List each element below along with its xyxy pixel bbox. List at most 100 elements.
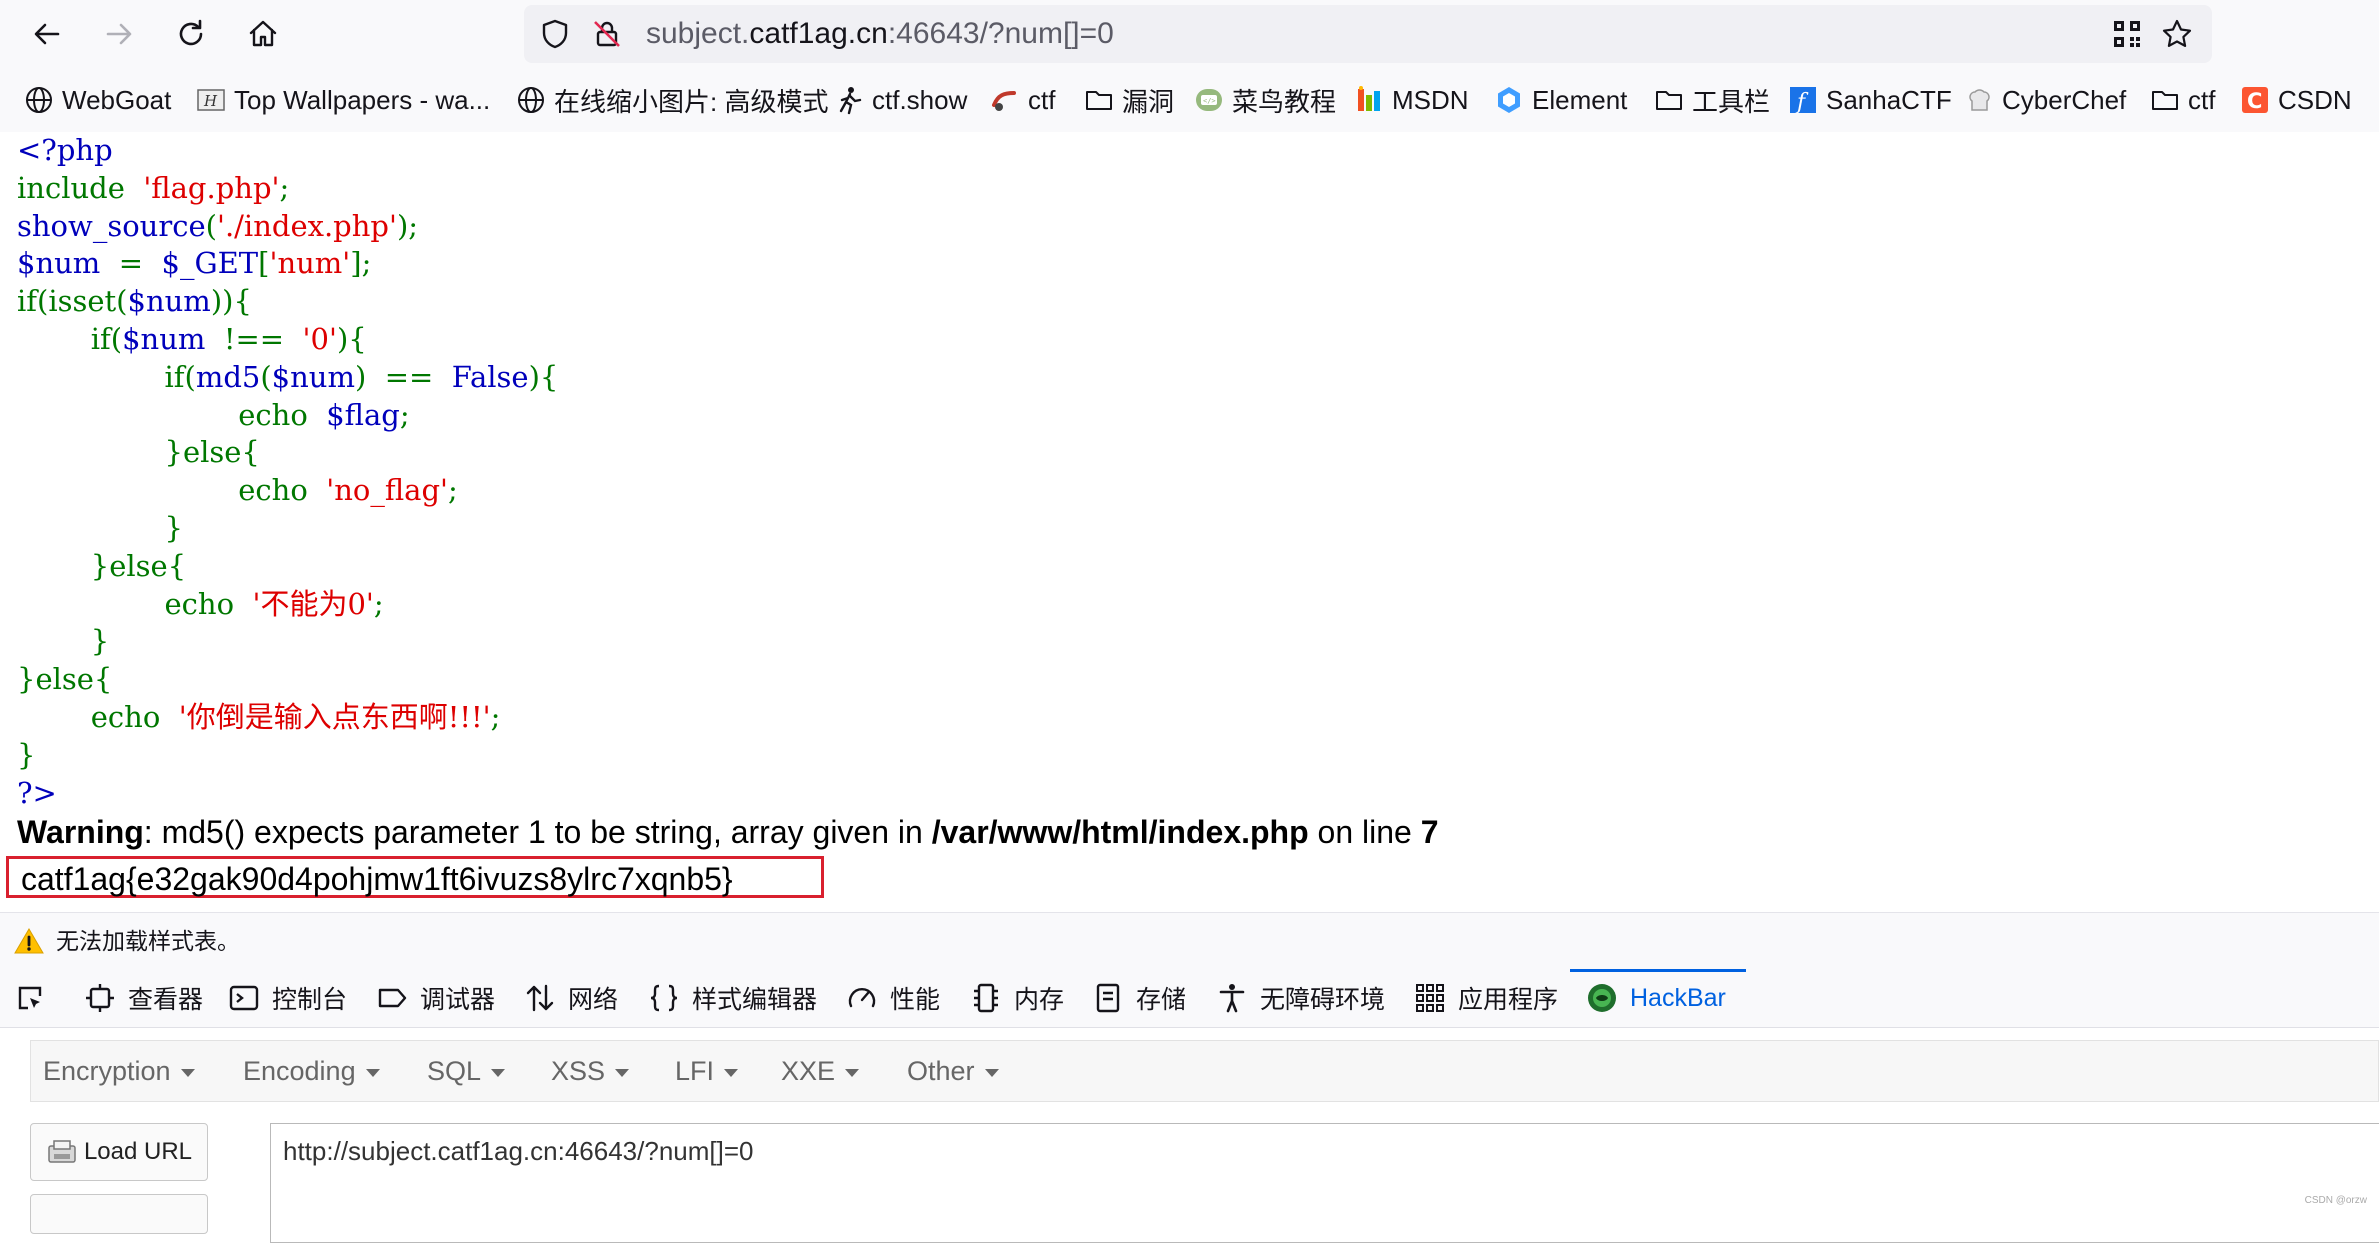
bookmark-csdn[interactable]: C CSDN bbox=[2240, 82, 2352, 118]
code-token: ( bbox=[205, 208, 217, 243]
inspector-icon bbox=[86, 984, 114, 1012]
code-line: echo '不能为0'; bbox=[17, 586, 558, 624]
folder-icon bbox=[1654, 85, 1684, 115]
qr-code-icon[interactable] bbox=[2110, 17, 2144, 51]
network-icon bbox=[526, 984, 554, 1012]
menu-xxe[interactable]: XXE bbox=[781, 1055, 860, 1087]
code-line: } bbox=[17, 623, 558, 661]
element-picker-icon bbox=[18, 986, 42, 1010]
home-button[interactable] bbox=[240, 11, 286, 57]
caret-down-icon bbox=[984, 1068, 999, 1077]
runoob-icon: </> bbox=[1194, 85, 1224, 115]
insecure-lock-icon[interactable] bbox=[590, 17, 624, 51]
bookmark-element[interactable]: Element bbox=[1494, 82, 1627, 118]
forward-button[interactable] bbox=[96, 11, 142, 57]
code-token: echo bbox=[17, 586, 253, 621]
sanha-icon: f bbox=[1788, 85, 1818, 115]
tab-memory[interactable]: 内存 bbox=[970, 969, 1064, 1027]
tab-debugger[interactable]: 调试器 bbox=[376, 969, 495, 1027]
code-token: $num bbox=[127, 284, 211, 319]
code-token: !== bbox=[223, 321, 303, 356]
folder-icon bbox=[2150, 85, 2180, 115]
bookmark-ctf[interactable]: ctf bbox=[990, 82, 1055, 118]
svg-text:</>: </> bbox=[1203, 97, 1216, 105]
bookmark-ctfshow[interactable]: ctf.show bbox=[834, 82, 967, 118]
tab-inspector[interactable]: 查看器 bbox=[84, 969, 203, 1027]
code-token: echo bbox=[17, 473, 327, 508]
msdn-icon bbox=[1354, 85, 1384, 115]
tab-console[interactable]: 控制台 bbox=[228, 969, 347, 1027]
watermark: CSDN @orzw bbox=[2304, 1195, 2367, 1206]
bookmark-star-icon[interactable] bbox=[2160, 17, 2194, 51]
bookmark-msdn[interactable]: MSDN bbox=[1354, 82, 1469, 118]
storage-icon bbox=[1096, 983, 1120, 1013]
code-token: echo bbox=[17, 397, 327, 432]
caret-down-icon bbox=[845, 1068, 860, 1077]
code-token: } bbox=[17, 737, 36, 772]
code-token: '你倒是输入点东西啊!!!' bbox=[178, 699, 491, 734]
ctf-icon bbox=[990, 85, 1020, 115]
back-button[interactable] bbox=[24, 11, 70, 57]
code-line: <?php bbox=[17, 132, 558, 170]
bookmark-top-wallpapers[interactable]: H Top Wallpapers - wa... bbox=[196, 82, 490, 118]
tab-network[interactable]: 网络 bbox=[524, 969, 618, 1027]
menu-encryption[interactable]: Encryption bbox=[43, 1055, 195, 1087]
address-bar[interactable]: subject.catf1ag.cn:46643/?num[]=0 bbox=[524, 5, 2212, 63]
menu-xss[interactable]: XSS bbox=[551, 1055, 630, 1087]
code-token: ; bbox=[279, 170, 290, 205]
bookmark-sanhactf[interactable]: f SanhaCTF bbox=[1788, 82, 1952, 118]
bookmark-runoob[interactable]: </> 菜鸟教程 bbox=[1194, 82, 1336, 118]
code-line: if($num !== '0'){ bbox=[17, 321, 558, 359]
code-token: if(isset( bbox=[17, 284, 128, 319]
code-token: ; bbox=[399, 397, 410, 432]
code-line: include 'flag.php'; bbox=[17, 170, 558, 208]
tab-storage[interactable]: 存储 bbox=[1092, 969, 1186, 1027]
tab-accessibility[interactable]: 无障碍环境 bbox=[1216, 969, 1385, 1027]
code-token: ( bbox=[260, 359, 272, 394]
code-token: ) bbox=[354, 359, 385, 394]
bookmark-webgoat[interactable]: WebGoat bbox=[24, 82, 171, 118]
element-picker-button[interactable] bbox=[14, 969, 58, 1027]
code-token: False bbox=[451, 359, 529, 394]
tab-performance[interactable]: 性能 bbox=[846, 969, 940, 1027]
menu-other[interactable]: Other bbox=[907, 1055, 999, 1087]
code-token: $num bbox=[271, 359, 355, 394]
code-token: '0' bbox=[302, 321, 337, 356]
code-token: } bbox=[17, 510, 183, 545]
bookmark-folder-ctf[interactable]: ctf bbox=[2150, 82, 2215, 118]
shield-icon[interactable] bbox=[538, 17, 572, 51]
reload-button[interactable] bbox=[168, 11, 214, 57]
tab-hackbar[interactable]: HackBar bbox=[1570, 969, 1746, 1027]
code-token: 'flag.php' bbox=[143, 170, 280, 205]
code-line: } bbox=[17, 737, 558, 775]
bookmark-folder-vulns[interactable]: 漏洞 bbox=[1084, 82, 1174, 118]
bookmark-cyberchef[interactable]: CyberChef bbox=[1964, 82, 2126, 118]
hackbar-url-input[interactable]: http://subject.catf1ag.cn:46643/?num[]=0 bbox=[270, 1123, 2379, 1243]
bookmark-folder-tools[interactable]: 工具栏 bbox=[1654, 82, 1770, 118]
code-token: echo bbox=[17, 699, 179, 734]
element-icon bbox=[1494, 85, 1524, 115]
load-url-icon bbox=[48, 1140, 76, 1163]
application-icon bbox=[1416, 984, 1444, 1012]
bookmark-image-resize[interactable]: 在线缩小图片: 高级模式 bbox=[516, 82, 828, 118]
split-url-button[interactable] bbox=[30, 1194, 208, 1234]
menu-encoding[interactable]: Encoding bbox=[243, 1055, 380, 1087]
code-token: } bbox=[17, 624, 110, 659]
code-token: if( bbox=[17, 359, 196, 394]
menu-sql[interactable]: SQL bbox=[427, 1055, 506, 1087]
url-text[interactable]: subject.catf1ag.cn:46643/?num[]=0 bbox=[646, 16, 1114, 52]
performance-icon bbox=[848, 988, 876, 1008]
tab-style-editor[interactable]: 样式编辑器 bbox=[648, 969, 817, 1027]
code-token: ; bbox=[490, 699, 501, 734]
tab-application[interactable]: 应用程序 bbox=[1414, 969, 1558, 1027]
code-token: ]; bbox=[350, 246, 372, 281]
menu-lfi[interactable]: LFI bbox=[675, 1055, 739, 1087]
code-token: )){ bbox=[210, 284, 252, 319]
flag-output: catf1ag{e32gak90d4pohjmw1ft6ivuzs8ylrc7x… bbox=[21, 861, 733, 897]
svg-text:C: C bbox=[2247, 89, 2262, 113]
code-token: 'no_flag' bbox=[326, 473, 448, 508]
code-token: ; bbox=[448, 473, 458, 508]
hackbar-url-value[interactable]: http://subject.catf1ag.cn:46643/?num[]=0 bbox=[283, 1134, 754, 1168]
code-token: 'num' bbox=[269, 246, 351, 281]
load-url-button[interactable]: Load URL bbox=[30, 1123, 208, 1181]
